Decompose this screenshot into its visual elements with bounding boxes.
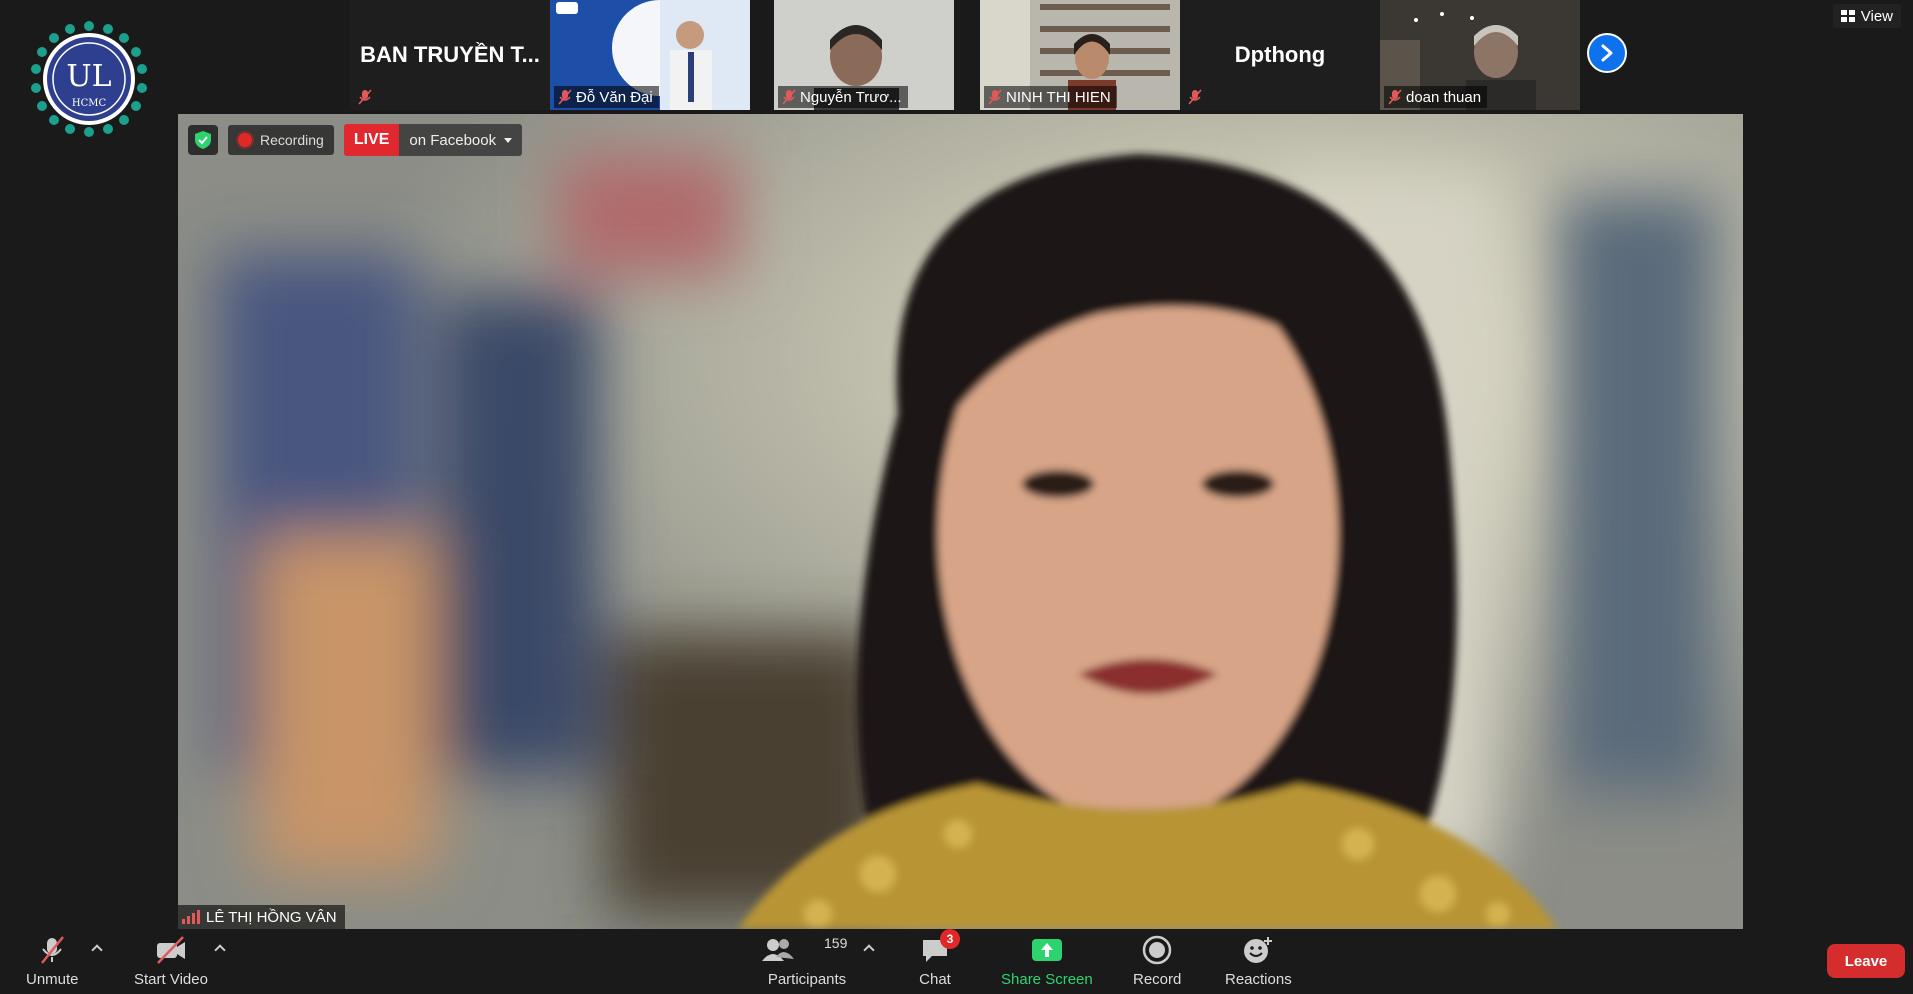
- mic-muted-icon: [35, 935, 69, 965]
- record-button[interactable]: Record: [1133, 935, 1181, 988]
- participant-label: Nguyễn Trươ...: [778, 86, 908, 108]
- participant-name: Nguyễn Trươ...: [800, 88, 902, 106]
- participants-label: Participants: [767, 971, 847, 988]
- active-speaker-video: Recording LIVE on Facebook LÊ THỊ HỒNG V…: [178, 114, 1743, 929]
- participant-tile[interactable]: doan thuan: [1380, 0, 1580, 110]
- chat-unread-badge: 3: [940, 929, 960, 949]
- live-stream-indicator[interactable]: LIVE on Facebook: [343, 124, 523, 156]
- participant-tile[interactable]: Dpthong: [1180, 0, 1380, 110]
- mic-muted-icon: [558, 89, 572, 105]
- start-video-label: Start Video: [134, 971, 208, 988]
- grid-view-icon: [1840, 10, 1855, 22]
- record-icon: [1140, 935, 1174, 965]
- participant-tile[interactable]: Nguyễn Trươ...: [774, 0, 954, 110]
- speaker-video-frame: [178, 114, 1743, 929]
- filmstrip-next-button[interactable]: [1587, 33, 1627, 73]
- logo-subtext: HCMC: [72, 98, 107, 109]
- share-screen-label: Share Screen: [1001, 971, 1093, 988]
- unmute-label: Unmute: [26, 971, 79, 988]
- share-screen-icon: [1030, 935, 1064, 965]
- participants-button[interactable]: 159 Participants: [762, 935, 852, 988]
- participant-tile[interactable]: NINH THI HIEN: [980, 0, 1180, 110]
- record-label: Record: [1133, 971, 1182, 988]
- mic-muted-icon: [358, 89, 372, 105]
- caret-down-icon: [504, 137, 513, 143]
- participant-label: Đỗ Văn Đại: [554, 86, 659, 108]
- live-destination-dropdown[interactable]: on Facebook: [399, 124, 523, 156]
- participant-filmstrip: BAN TRUYỀN T... Đỗ Văn Đại Nguyễn Trươ..…: [350, 0, 1580, 110]
- zoom-meeting-window: UL HCMC BAN TRUYỀN T... Đỗ Văn Đại Nguyễ…: [0, 0, 1913, 994]
- live-tag: LIVE: [343, 124, 400, 156]
- participant-label: NINH THI HIEN: [984, 86, 1117, 108]
- view-button[interactable]: View: [1832, 4, 1901, 28]
- security-shield-icon[interactable]: [188, 125, 218, 155]
- organization-logo: UL HCMC: [30, 20, 148, 138]
- record-dot-icon: [238, 133, 252, 147]
- mic-muted-icon: [988, 89, 1002, 105]
- chevron-right-icon: [1601, 44, 1613, 62]
- participant-tile[interactable]: BAN TRUYỀN T...: [350, 0, 550, 110]
- participant-name: Đỗ Văn Đại: [576, 88, 653, 106]
- participant-name: BAN TRUYỀN T...: [360, 42, 540, 67]
- mic-muted-icon: [782, 89, 796, 105]
- participant-name: Dpthong: [1234, 42, 1326, 67]
- view-label: View: [1860, 7, 1893, 25]
- speaker-name: LÊ THỊ HỒNG VÂN: [206, 908, 337, 926]
- unmute-button[interactable]: Unmute: [26, 935, 79, 988]
- participant-tile[interactable]: Đỗ Văn Đại: [550, 0, 750, 110]
- participants-options-caret[interactable]: [864, 943, 874, 953]
- video-options-caret[interactable]: [215, 943, 225, 953]
- participants-count: 159: [824, 935, 848, 951]
- chat-label: Chat: [919, 971, 951, 988]
- video-off-icon: [154, 935, 188, 965]
- speaker-name-label: LÊ THỊ HỒNG VÂN: [178, 905, 345, 929]
- mic-muted-icon: [1388, 89, 1402, 105]
- participant-mute-status: [354, 86, 378, 108]
- participant-mute-status: [1184, 86, 1208, 108]
- reactions-button[interactable]: Reactions: [1225, 935, 1292, 988]
- start-video-button[interactable]: Start Video: [134, 935, 208, 988]
- logo-text: UL: [66, 59, 111, 94]
- meeting-status-bar: Recording LIVE on Facebook: [188, 124, 523, 156]
- live-destination-label: on Facebook: [409, 131, 497, 149]
- participant-name: doan thuan: [1406, 88, 1482, 106]
- chat-button[interactable]: 3 Chat: [918, 929, 960, 988]
- mic-muted-icon: [1188, 89, 1202, 105]
- recording-indicator[interactable]: Recording: [228, 125, 334, 155]
- reactions-icon: [1241, 935, 1275, 965]
- recording-label: Recording: [260, 132, 324, 148]
- reactions-label: Reactions: [1225, 971, 1292, 988]
- signal-strength-icon: [182, 910, 200, 924]
- audio-options-caret[interactable]: [92, 943, 102, 953]
- meeting-toolbar: Unmute Start Video 159 Participants 3 Ch…: [0, 929, 1913, 994]
- participant-name: NINH THI HIEN: [1006, 88, 1111, 106]
- participants-icon: 159: [762, 935, 852, 965]
- leave-button[interactable]: Leave: [1827, 944, 1905, 978]
- chat-icon: 3: [918, 929, 960, 965]
- share-screen-button[interactable]: Share Screen: [1001, 935, 1093, 988]
- participant-label: doan thuan: [1384, 86, 1488, 108]
